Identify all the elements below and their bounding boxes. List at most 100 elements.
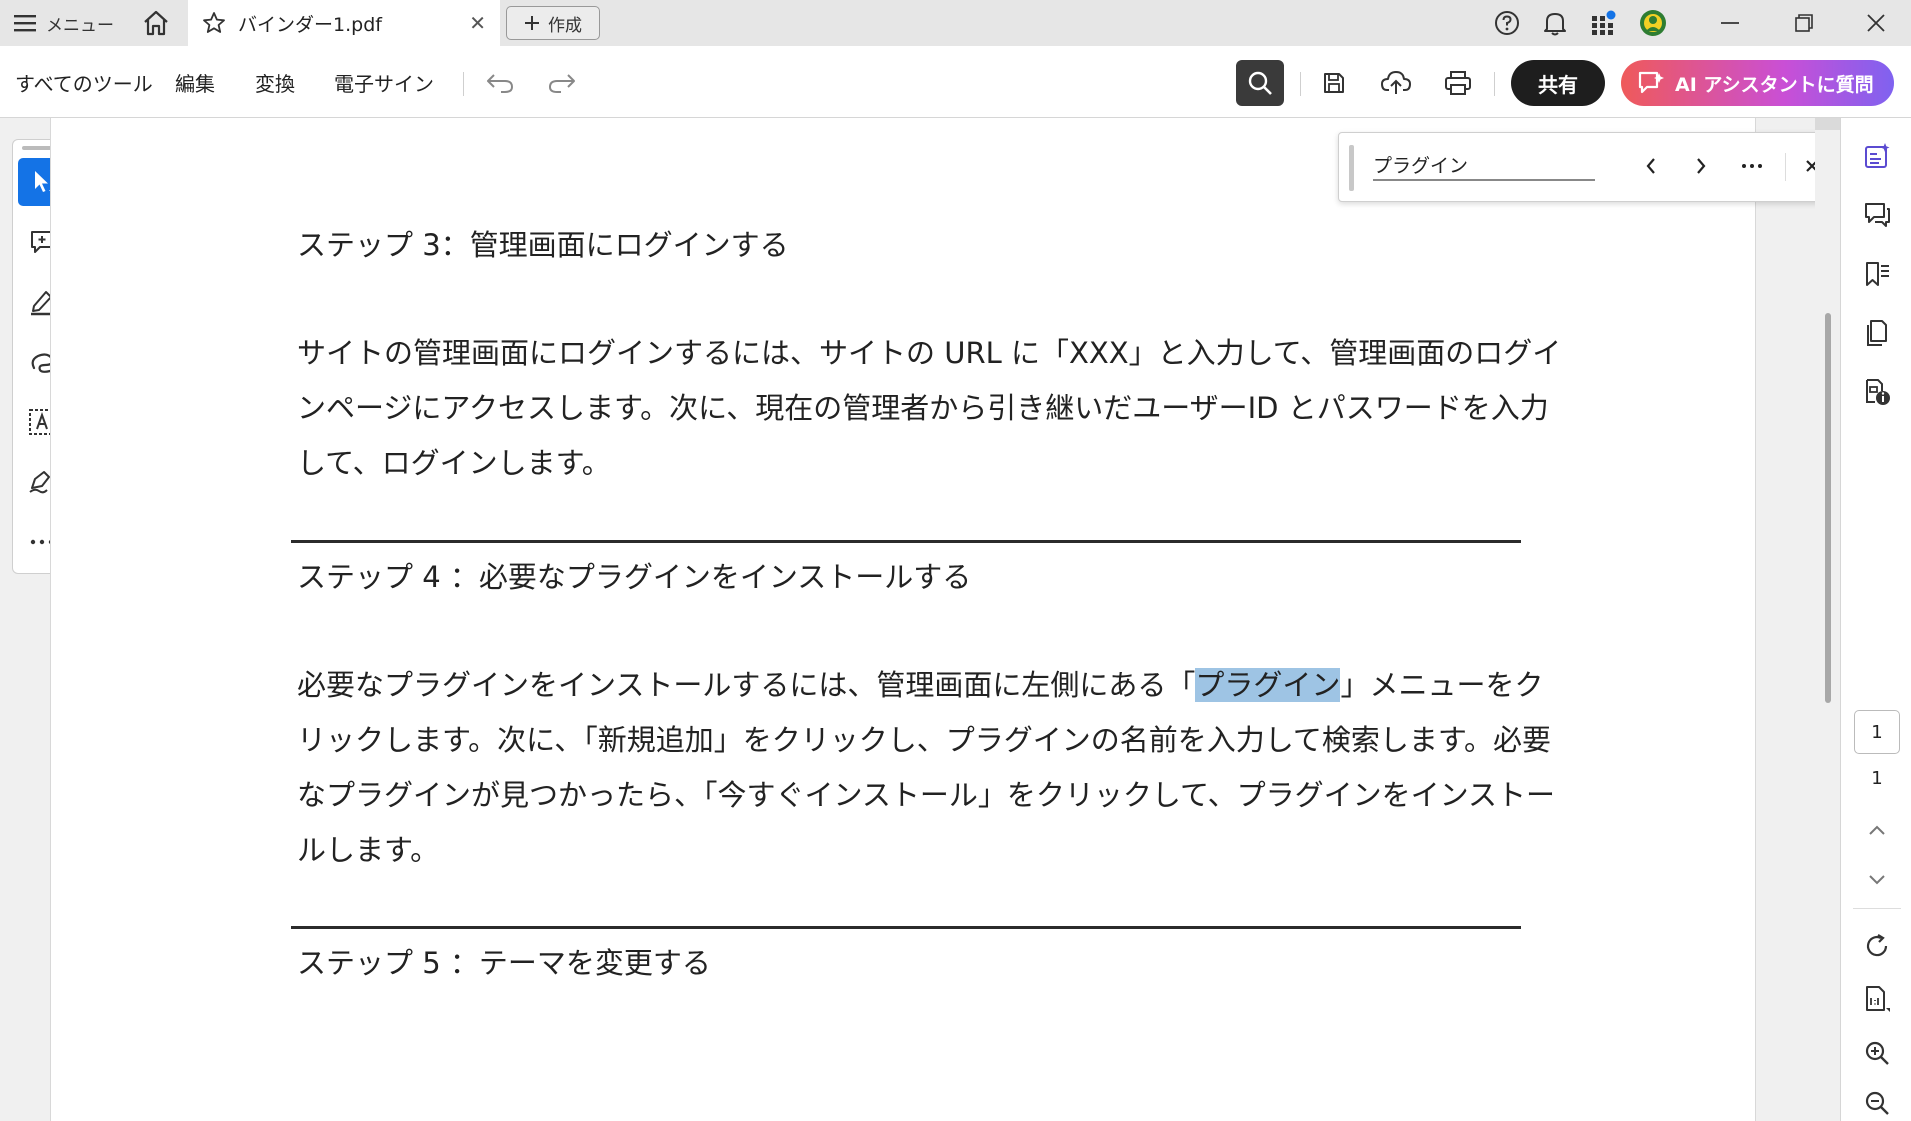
bell-icon: [1544, 13, 1566, 36]
ai-summary-icon: [1865, 143, 1890, 168]
print-button[interactable]: [1434, 60, 1482, 106]
restore-icon: [1795, 14, 1813, 32]
current-page-input[interactable]: 1: [1854, 710, 1900, 754]
step3-heading: ステップ 3：管理画面にログインする: [297, 228, 789, 262]
edit-menu[interactable]: 編集: [175, 68, 215, 97]
find-options-button[interactable]: [1735, 149, 1769, 183]
ai-summary-button[interactable]: [1857, 136, 1897, 176]
document-info-icon: [1866, 379, 1890, 405]
convert-menu[interactable]: 変換: [255, 68, 295, 97]
apps-button[interactable]: [1588, 8, 1620, 38]
help-button[interactable]: [1491, 8, 1523, 38]
restore-button[interactable]: [1774, 0, 1834, 46]
find-previous-button[interactable]: [1634, 149, 1668, 183]
chevron-left-icon: [1646, 158, 1655, 174]
share-button[interactable]: 共有: [1511, 60, 1605, 106]
title-bar: メニュー バインダー1.pdf ✕ 作成: [0, 0, 1911, 46]
more-icon: [1742, 164, 1762, 168]
right-side-panel: 1 1: [1840, 118, 1911, 1121]
find-next-button[interactable]: [1684, 149, 1718, 183]
hamburger-icon: [14, 15, 36, 32]
minimize-icon: [1721, 22, 1739, 24]
vertical-scrollbar[interactable]: [1815, 118, 1840, 1121]
find-bar-divider: [1785, 153, 1786, 181]
zoom-out-icon: [1865, 1091, 1889, 1115]
search-highlight: プラグイン: [1195, 668, 1341, 702]
scrollbar-thumb[interactable]: [1825, 313, 1831, 703]
pdf-page[interactable]: ステップ 3：管理画面にログインする サイトの管理画面にログインするには、サイト…: [50, 118, 1849, 1121]
rotate-button[interactable]: [1857, 926, 1897, 966]
document-workspace: ステップ 3：管理画面にログインする サイトの管理画面にログインするには、サイト…: [0, 118, 1849, 1121]
total-pages: 1: [1871, 768, 1883, 789]
avatar-icon: [1640, 10, 1666, 36]
step5-heading: ステップ 5 ：テーマを変更する: [297, 946, 711, 980]
create-label: 作成: [548, 15, 582, 36]
zoom-out-button[interactable]: [1857, 1083, 1897, 1121]
document-tab[interactable]: バインダー1.pdf ✕: [188, 0, 500, 46]
panel-divider: [1853, 908, 1901, 909]
printer-icon: [1445, 71, 1471, 95]
step4-paragraph: 必要なプラグインをインストールするには、管理画面に左側にある「プラグイン」メニュ…: [297, 658, 1567, 878]
actual-size-icon: [1866, 986, 1890, 1012]
save-icon: [1324, 73, 1344, 93]
scrollbar-top-arrow[interactable]: [1815, 118, 1840, 130]
undo-icon: [487, 74, 513, 93]
ai-assistant-button[interactable]: AI アシスタントに質問: [1621, 60, 1894, 106]
actual-size-button[interactable]: [1857, 979, 1897, 1019]
toolbar-divider: [1494, 72, 1495, 96]
zoom-in-icon: [1865, 1041, 1889, 1065]
main-toolbar: すべてのツール 編集 変換 電子サイン 共有 AI アシスタントに質問: [0, 46, 1911, 118]
save-button[interactable]: [1310, 60, 1358, 106]
home-button[interactable]: [138, 8, 174, 38]
redo-icon: [549, 74, 575, 93]
close-window-button[interactable]: [1846, 0, 1906, 46]
tab-title: バインダー1.pdf: [238, 13, 382, 36]
create-button[interactable]: 作成: [506, 6, 600, 40]
bookmark-icon: [1866, 262, 1889, 286]
plus-icon: [525, 16, 539, 30]
document-properties-button[interactable]: [1857, 372, 1897, 412]
tab-close-icon[interactable]: ✕: [469, 11, 486, 35]
undo-button[interactable]: [476, 60, 524, 106]
comments-icon: [1865, 203, 1890, 227]
next-page-button[interactable]: [1857, 860, 1897, 900]
zoom-in-button[interactable]: [1857, 1033, 1897, 1073]
menu-button[interactable]: メニュー: [14, 8, 114, 38]
find-input[interactable]: [1373, 149, 1595, 181]
search-button[interactable]: [1236, 60, 1284, 106]
previous-page-button[interactable]: [1857, 810, 1897, 850]
pages-icon: [1867, 320, 1887, 346]
section-divider: [291, 926, 1521, 929]
star-icon[interactable]: [202, 11, 226, 35]
rotate-icon: [1866, 934, 1888, 957]
toolbar-divider: [463, 72, 464, 96]
apps-grid-icon: [1592, 10, 1616, 35]
step4-heading: ステップ 4 ：必要なプラグインをインストールする: [297, 560, 972, 594]
help-icon: [1495, 11, 1519, 35]
comments-panel-button[interactable]: [1857, 195, 1897, 235]
close-icon: [1867, 14, 1885, 32]
toolbar-divider: [1300, 72, 1301, 96]
search-icon: [1248, 71, 1272, 95]
chevron-down-icon: [1869, 875, 1885, 885]
menu-label: メニュー: [46, 15, 114, 36]
section-divider: [291, 540, 1521, 543]
esign-menu[interactable]: 電子サイン: [334, 68, 434, 97]
pages-panel-button[interactable]: [1857, 313, 1897, 353]
home-icon: [144, 10, 168, 36]
bookmarks-panel-button[interactable]: [1857, 254, 1897, 294]
step4-text-before: 必要なプラグインをインストールするには、管理画面に左側にある「: [297, 668, 1196, 702]
find-bar-grip[interactable]: [1349, 145, 1354, 191]
cloud-upload-icon: [1381, 71, 1411, 94]
redo-button[interactable]: [538, 60, 586, 106]
find-bar: [1338, 132, 1849, 202]
all-tools-menu[interactable]: すべてのツール: [15, 68, 153, 97]
upload-button[interactable]: [1372, 60, 1420, 106]
user-avatar[interactable]: [1637, 8, 1669, 38]
ai-assistant-label: AI アシスタントに質問: [1675, 73, 1874, 96]
chevron-right-icon: [1697, 158, 1706, 174]
ai-assistant-icon: [1638, 71, 1664, 94]
notifications-button[interactable]: [1539, 8, 1571, 38]
step3-paragraph: サイトの管理画面にログインするには、サイトの URL に「XXX」と入力して、管…: [297, 336, 1562, 480]
minimize-button[interactable]: [1700, 0, 1760, 46]
